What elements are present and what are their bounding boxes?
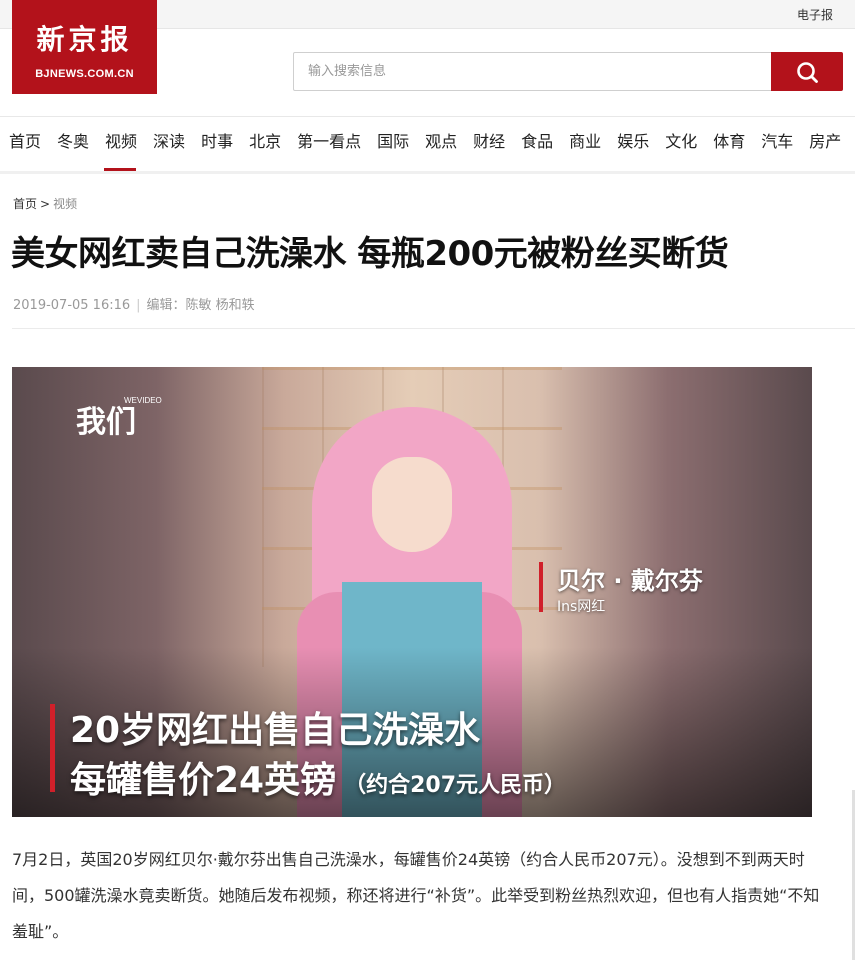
video-caption-line2: 每罐售价24英镑 （约合207元人民币）	[70, 751, 566, 803]
epaper-link[interactable]: 电子报	[797, 6, 833, 23]
nav-item[interactable]: 北京	[240, 117, 288, 171]
video-player[interactable]: 我们 WEVIDEO 贝尔 · 戴尔芬 Ins网红 20岁网红出售自己洗澡水 每…	[12, 367, 812, 817]
logo-english: BJNEWS.COM.CN	[35, 68, 134, 80]
meta-separator: |	[136, 298, 141, 313]
nav-item[interactable]: 食品	[512, 117, 560, 171]
nav-item[interactable]: 汽车	[752, 117, 800, 171]
site-logo[interactable]: 新京报 BJNEWS.COM.CN	[12, 0, 157, 94]
video-caption-note: （约合207元人民币）	[344, 773, 567, 798]
divider	[12, 328, 855, 329]
article-body: 7月2日，英国20岁网红贝尔·戴尔芬出售自己洗澡水，每罐售价24英镑（约合人民币…	[12, 850, 820, 941]
search-input[interactable]	[294, 53, 764, 90]
article-title: 美女网红卖自己洗澡水 每瓶200元被粉丝买断货	[11, 234, 729, 274]
nav-item[interactable]: 文化	[656, 117, 704, 171]
name-tag-accent	[539, 562, 543, 612]
video-person-face	[372, 457, 452, 552]
nav-item[interactable]: 国际	[368, 117, 416, 171]
nav-item[interactable]: 财经	[464, 117, 512, 171]
article-editor: 编辑：陈敏 杨和轶	[146, 298, 255, 313]
wevideo-logo-sub: WEVIDEO	[124, 396, 162, 405]
nav-item[interactable]: 房产	[800, 117, 848, 171]
logo-chinese: 新京报	[36, 23, 133, 56]
nav-item[interactable]: 冬奥	[48, 117, 96, 171]
search-icon	[797, 62, 818, 83]
breadcrumb: 首页 > 视频	[13, 195, 77, 212]
nav-item[interactable]: 深读	[144, 117, 192, 171]
person-name: 贝尔 · 戴尔芬	[557, 567, 703, 595]
article-datetime: 2019-07-05 16:16	[13, 298, 131, 313]
person-description: Ins网红	[557, 599, 606, 615]
nav-item[interactable]: 娱乐	[608, 117, 656, 171]
video-caption-line1: 20岁网红出售自己洗澡水	[70, 710, 481, 751]
nav-item[interactable]: 观点	[416, 117, 464, 171]
nav-item[interactable]: 时事	[192, 117, 240, 171]
nav-item[interactable]: 首页	[0, 117, 48, 171]
nav-item[interactable]: 第一看点	[288, 117, 368, 171]
caption-accent	[50, 704, 55, 792]
breadcrumb-separator: >	[40, 197, 51, 211]
nav-item[interactable]: 体育	[704, 117, 752, 171]
article-meta: 2019-07-05 16:16 | 编辑：陈敏 杨和轶	[13, 294, 255, 313]
nav-item[interactable]: 商业	[560, 117, 608, 171]
breadcrumb-home[interactable]: 首页	[13, 197, 37, 211]
video-caption-price: 每罐售价24英镑	[70, 760, 337, 801]
search-button[interactable]	[771, 52, 843, 91]
search-box	[293, 52, 843, 91]
breadcrumb-current[interactable]: 视频	[53, 197, 77, 211]
nav-item[interactable]: 视频	[96, 117, 144, 171]
main-nav: 首页 冬奥 视频 深读 时事 北京 第一看点 国际 观点 财经 食品 商业 娱乐 文化 体育 汽车 房产	[0, 116, 855, 174]
